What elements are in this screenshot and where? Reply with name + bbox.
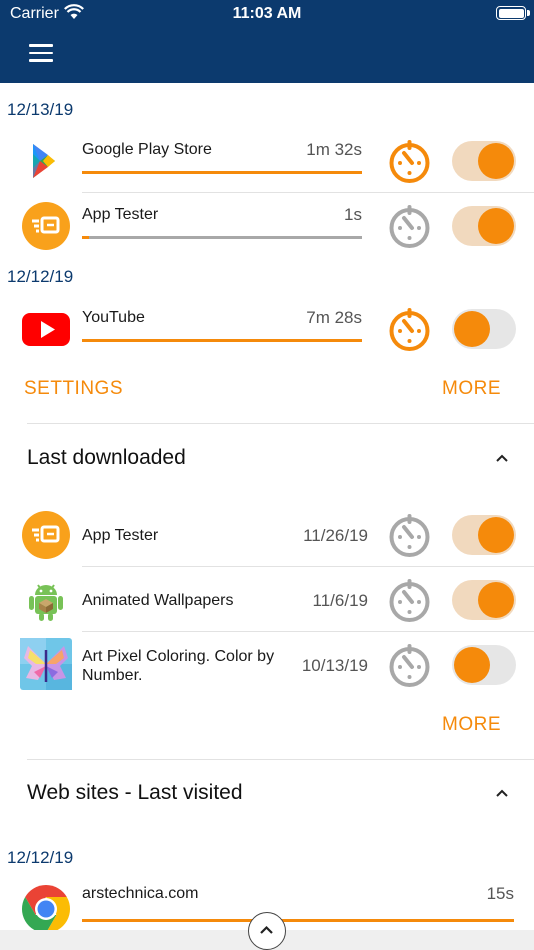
status-bar: Carrier 11:03 AM	[0, 0, 534, 28]
usage-bar	[82, 171, 362, 174]
hamburger-menu-icon[interactable]	[29, 44, 53, 62]
download-row-animated-wallpapers[interactable]: Animated Wallpapers 11/6/19	[0, 567, 534, 631]
more-button[interactable]: MORE	[442, 378, 501, 400]
download-row-app-tester[interactable]: App Tester 11/26/19	[0, 502, 534, 566]
download-row-art-pixel[interactable]: Art Pixel Coloring. Color by Number. 10/…	[0, 632, 534, 696]
more-button[interactable]: MORE	[442, 714, 501, 736]
usage-duration: 1s	[344, 205, 362, 224]
app-name: YouTube	[82, 309, 145, 326]
chrome-icon	[21, 885, 71, 933]
usage-row-google-play[interactable]: Google Play Store 1m 32s	[0, 128, 534, 192]
block-toggle[interactable]	[452, 206, 516, 246]
timer-icon[interactable]	[387, 307, 432, 352]
section-title: Last downloaded	[27, 446, 186, 469]
usage-duration: 1m 32s	[306, 140, 362, 159]
app-name: Animated Wallpapers	[82, 592, 234, 609]
android-icon	[29, 584, 63, 621]
usage-bar	[82, 919, 514, 922]
timer-icon[interactable]	[387, 643, 432, 688]
usage-row-youtube[interactable]: YouTube 7m 28s	[0, 296, 534, 360]
app-name: App Tester	[82, 527, 159, 544]
battery-icon	[496, 6, 530, 20]
google-play-icon	[33, 144, 55, 178]
app-name: Google Play Store	[82, 141, 212, 158]
timer-icon[interactable]	[387, 513, 432, 558]
timer-icon[interactable]	[387, 139, 432, 184]
usage-row-app-tester[interactable]: App Tester 1s	[0, 193, 534, 257]
website-name: arstechnica.com	[82, 885, 199, 902]
app-tester-icon	[22, 202, 70, 250]
usage-bar	[82, 236, 362, 239]
download-date: 10/13/19	[301, 656, 368, 675]
date-header: 12/12/19	[7, 848, 74, 867]
block-toggle[interactable]	[452, 309, 516, 349]
visit-duration: 15s	[486, 884, 514, 903]
youtube-icon	[22, 313, 70, 346]
download-date: 11/26/19	[303, 526, 368, 545]
app-name: App Tester	[82, 206, 159, 223]
date-header: 12/13/19	[7, 100, 74, 119]
block-toggle[interactable]	[452, 515, 516, 555]
timer-icon[interactable]	[387, 578, 432, 623]
section-title: Web sites - Last visited	[27, 781, 243, 804]
butterfly-icon	[20, 638, 72, 690]
download-date: 11/6/19	[312, 591, 368, 610]
app-name: Art Pixel Coloring. Color by Number.	[82, 648, 275, 684]
block-toggle[interactable]	[452, 645, 516, 685]
usage-duration: 7m 28s	[306, 308, 362, 327]
date-header: 12/12/19	[7, 267, 74, 286]
app-header: Carrier 11:03 AM	[0, 0, 534, 83]
app-tester-icon	[22, 511, 70, 559]
chevron-up-icon	[260, 925, 273, 934]
section-divider	[27, 759, 534, 760]
status-time: 11:03 AM	[232, 5, 302, 22]
settings-button[interactable]: SETTINGS	[24, 378, 123, 400]
scroll-to-top-button[interactable]	[248, 912, 286, 950]
block-toggle[interactable]	[452, 141, 516, 181]
chevron-up-icon[interactable]	[494, 786, 510, 800]
chevron-up-icon[interactable]	[494, 451, 510, 465]
timer-icon[interactable]	[387, 204, 432, 249]
block-toggle[interactable]	[452, 580, 516, 620]
usage-bar	[82, 339, 362, 342]
section-divider	[27, 423, 534, 424]
